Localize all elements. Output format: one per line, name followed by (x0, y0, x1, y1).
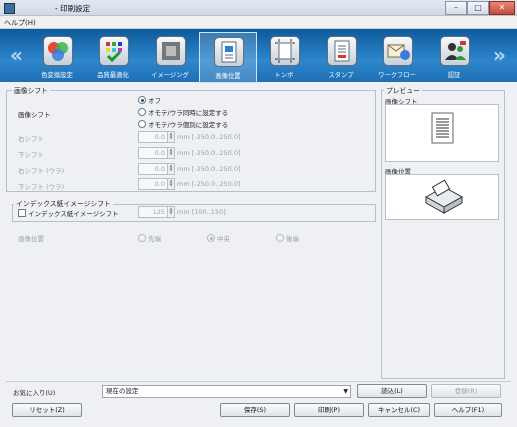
scroll-right-arrow-icon[interactable]: » (493, 43, 506, 67)
position-trailing-label: 後端 (286, 235, 299, 243)
tool-workflow[interactable]: ワークフロー (369, 32, 425, 81)
authentication-icon (440, 36, 470, 66)
printer-tray-icon (424, 179, 464, 214)
preview-shift-box (385, 104, 499, 162)
tool-label: 認証 (447, 72, 461, 79)
tool-label: ワークフロー (378, 72, 416, 79)
maximize-button[interactable]: □ (467, 1, 489, 15)
position-trailing-radio[interactable] (276, 234, 284, 242)
menu-bar: ヘルプ(H) (0, 16, 517, 29)
tool-authentication[interactable]: 認証 (426, 32, 482, 81)
preview-position-box (385, 174, 499, 220)
print-button[interactable]: 印刷(P) (294, 403, 364, 417)
right-shift-input[interactable]: 0.0 (138, 131, 168, 143)
title-bar: - 印刷設定 – □ ✕ (0, 0, 517, 16)
workflow-icon (383, 36, 413, 66)
tool-label: 画像位置 (215, 73, 241, 80)
shift-separate-radio[interactable] (138, 120, 146, 128)
image-shift-group-label: 画像シフト (12, 85, 50, 95)
footer-divider (6, 381, 511, 382)
reset-button[interactable]: リセット(Z) (12, 403, 82, 417)
position-center-label: 中央 (217, 235, 230, 243)
favorites-select[interactable]: 現在の設定 ▼ (102, 385, 351, 398)
right-shift-unit: mm [-250.0..250.0] (177, 133, 241, 141)
position-center-radio[interactable] (207, 234, 215, 242)
down-shift-back-input[interactable]: 0.0 (138, 178, 168, 190)
image-position-label: 画像位置 (18, 235, 44, 243)
down-shift-back-value: 0.0 (154, 180, 165, 188)
tool-color-conversion[interactable]: 色変換設定 (29, 32, 85, 81)
down-shift-value: 0.0 (154, 149, 165, 157)
stamp-icon (327, 36, 357, 66)
position-leading-label: 先端 (148, 235, 161, 243)
shift-off-label: オフ (148, 97, 161, 105)
down-shift-stepper[interactable]: ▲ ▼ (167, 147, 175, 159)
down-shift-back-label: 下シフト (ウラ) (18, 183, 65, 191)
right-shift-stepper[interactable]: ▲ ▼ (167, 131, 175, 143)
tool-stamp[interactable]: スタンプ (313, 32, 369, 81)
right-shift-back-input[interactable]: 0.0 (138, 163, 168, 175)
app-icon (4, 3, 15, 14)
tool-imaging[interactable]: イメージング (142, 32, 198, 81)
tool-crop-marks[interactable]: トンボ (256, 32, 312, 81)
document-page-icon (431, 112, 454, 144)
shift-both-label: オモテ/ウラ同時に設定する (148, 109, 229, 117)
down-shift-input[interactable]: 0.0 (138, 147, 168, 159)
save-button[interactable]: 保存(S) (220, 403, 290, 417)
chevron-down-icon: ▼ (343, 388, 348, 395)
window-title: - 印刷設定 (55, 4, 91, 13)
tool-label: トンボ (274, 72, 294, 79)
index-shift-value: 125 (152, 208, 165, 216)
tool-label: 品質最適化 (97, 72, 129, 79)
imaging-icon (156, 36, 186, 66)
cancel-button[interactable]: キャンセル(C) (368, 403, 430, 417)
print-settings-window: - 印刷設定 – □ ✕ ヘルプ(H) « » 色変換設定 品質最適化 イメージ… (0, 0, 517, 427)
index-shift-checkbox[interactable] (18, 209, 26, 217)
shift-separate-label: オモテ/ウラ個別に設定する (148, 121, 229, 129)
index-shift-stepper[interactable]: ▲ ▼ (167, 206, 175, 218)
right-shift-label: 右シフト (18, 135, 44, 143)
image-shift-label: 画像シフト (18, 111, 51, 119)
image-shift-group (6, 90, 376, 192)
right-shift-value: 0.0 (154, 133, 165, 141)
shift-both-radio[interactable] (138, 108, 146, 116)
menu-help[interactable]: ヘルプ(H) (4, 18, 36, 28)
crop-marks-icon (270, 36, 300, 66)
scroll-left-arrow-icon[interactable]: « (10, 43, 23, 67)
load-button[interactable]: 読込(L) (357, 384, 427, 398)
register-button[interactable]: 登録(R) (431, 384, 501, 398)
favorites-selected-value: 現在の設定 (106, 387, 139, 395)
tool-image-position[interactable]: 画像位置 (199, 32, 257, 83)
image-position-icon (214, 37, 244, 67)
index-shift-group-label: インデックス紙イメージシフト (14, 198, 113, 208)
down-shift-label: 下シフト (18, 151, 44, 159)
down-shift-back-stepper[interactable]: ▲ ▼ (167, 178, 175, 190)
close-button[interactable]: ✕ (489, 1, 515, 15)
preview-label: プレビュー (384, 85, 422, 95)
right-shift-back-value: 0.0 (154, 165, 165, 173)
down-shift-unit: mm [-250.0..250.0] (177, 149, 241, 157)
function-toolbar: « » 色変換設定 品質最適化 イメージング 画像位置 トンボ スタンプ ワーク… (0, 29, 517, 83)
help-button[interactable]: ヘルプ(F1) (434, 403, 502, 417)
index-shift-input[interactable]: 125 (138, 206, 168, 218)
quality-optimize-icon (99, 36, 129, 66)
index-shift-unit: mm [100..150] (177, 208, 226, 216)
right-shift-back-stepper[interactable]: ▲ ▼ (167, 163, 175, 175)
position-leading-radio[interactable] (138, 234, 146, 242)
down-shift-back-unit: mm [-250.0..250.0] (177, 180, 241, 188)
right-shift-back-label: 右シフト (ウラ) (18, 167, 65, 175)
favorites-label: お気に入り(U) (13, 389, 56, 397)
minimize-button[interactable]: – (445, 1, 467, 15)
tool-label: イメージング (151, 72, 189, 79)
color-conversion-icon (43, 36, 73, 66)
tool-quality-optimize[interactable]: 品質最適化 (85, 32, 141, 81)
tool-label: 色変換設定 (41, 72, 73, 79)
right-shift-back-unit: mm [-250.0..250.0] (177, 165, 241, 173)
tool-label: スタンプ (328, 72, 354, 79)
index-shift-checkbox-label: インデックス紙イメージシフト (28, 210, 119, 218)
shift-off-radio[interactable] (138, 96, 146, 104)
